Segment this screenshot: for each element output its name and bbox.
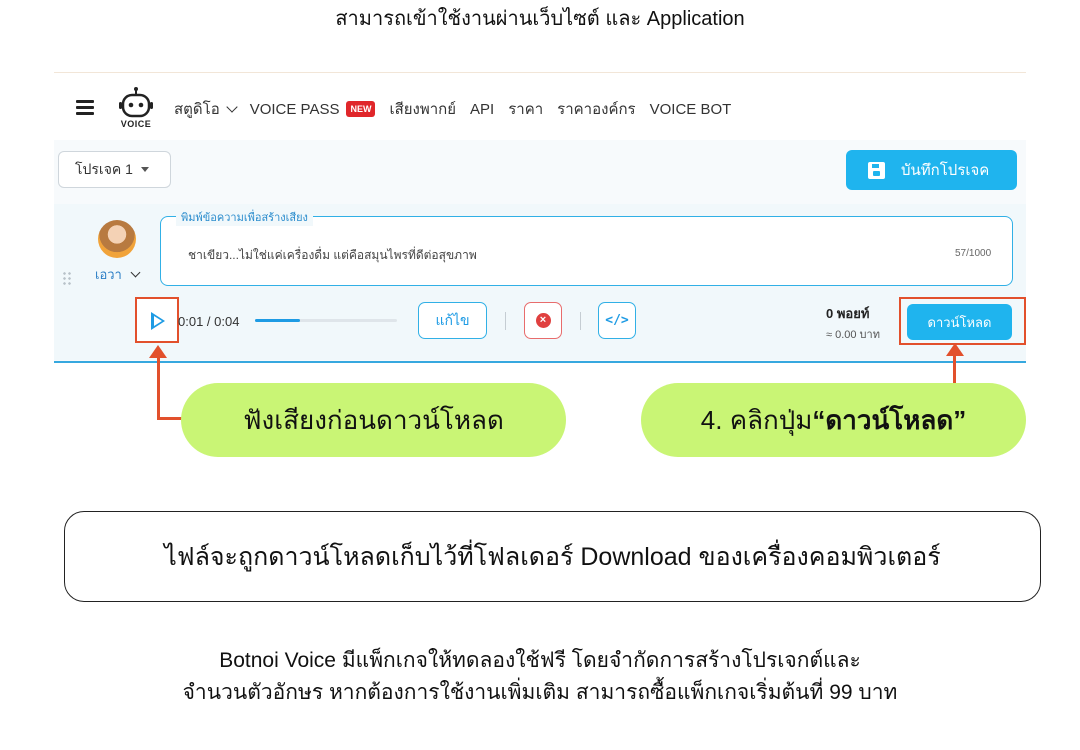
step-callout-bold: “ดาวน์โหลด” [812,404,967,435]
save-project-label: บันทึกโปรเจค [901,162,990,179]
step-callout-prefix: 4. คลิกปุ่ม [700,404,813,435]
block-bottom-border [54,361,1026,363]
nav-item-voice-bot[interactable]: VOICE BOT [650,101,732,118]
nav-item-voiceover[interactable]: เสียงพากย์ [389,97,456,121]
download-note: ไฟล์จะถูกดาวน์โหลดเก็บไว้ที่โฟลเดอร์ Dow… [64,511,1041,602]
save-project-button[interactable]: บันทึกโปรเจค [846,150,1017,190]
playback-time: 0:01 / 0:04 [178,314,240,329]
arrow-line-right [953,354,956,384]
points-value: 0 พอยท์ [826,306,870,321]
toolbar-divider [580,312,581,330]
menu-icon[interactable] [76,100,94,115]
navbar: VOICE สตูดิโอ VOICE PASS NEW เสียงพากย์ … [54,80,1026,136]
app-top-border [54,72,1026,73]
close-circle-icon: × [535,313,551,328]
character-counter: 57/1000 [955,248,992,259]
baht-value: ≈ 0.00 บาท [826,329,880,341]
text-input-legend: พิมพ์ข้อความเพื่อสร้างเสียง [176,208,313,226]
progress-fill [255,319,301,322]
nav-items: สตูดิโอ VOICE PASS NEW เสียงพากย์ API รา… [174,97,745,121]
footer-line-1: Botnoi Voice มีแพ็กเกจให้ทดลองใช้ฟรี โดย… [219,649,861,672]
caret-down-icon [140,167,149,172]
nav-item-api[interactable]: API [470,101,494,118]
nav-voice-pass-label: VOICE PASS [249,100,340,118]
footer-line-2: จำนวนตัวอักษร หากต้องการใช้งานเพิ่มเติม … [182,681,898,704]
arrow-up-icon [946,343,964,356]
toolbar-divider [505,312,506,330]
new-badge: NEW [346,101,376,117]
arrow-up-icon [149,345,167,358]
project-select-value: โปรเจค 1 [75,160,133,177]
project-select[interactable]: โปรเจค 1 [58,151,171,188]
listen-callout: ฟังเสียงก่อนดาวน์โหลด [181,383,566,457]
speaker-avatar[interactable] [98,220,136,258]
download-button[interactable]: ดาวน์โหลด [907,304,1012,340]
floppy-disk-icon [868,161,885,179]
chevron-down-icon [226,101,238,113]
nav-studio-label: สตูดิโอ [174,101,220,118]
delete-button[interactable]: × [524,302,562,339]
voice-logo[interactable]: VOICE [116,86,156,130]
play-icon-inner [153,316,162,326]
nav-item-studio[interactable]: สตูดิโอ [174,97,238,121]
robot-logo-icon [119,87,153,118]
step-callout: 4. คลิกปุ่ม “ดาวน์โหลด” [641,383,1026,457]
drag-handle-icon[interactable] [62,271,72,287]
code-button[interactable]: </> [598,302,636,339]
speaker-select[interactable]: เอวา [95,264,141,285]
text-input-value[interactable]: ชาเขียว...ไม่ใช่แค่เครื่องดื่ม แต่คือสมุ… [188,246,477,265]
speaker-name: เอวา [95,267,122,282]
nav-item-enterprise-price[interactable]: ราคาองค์กร [557,97,635,121]
nav-item-price[interactable]: ราคา [508,97,543,121]
arrow-line-left [157,356,160,420]
top-caption: สามารถเข้าใช้งานผ่านเว็บไซต์ และ Applica… [335,8,745,30]
code-icon: </> [605,313,629,328]
edit-button[interactable]: แก้ไข [418,302,487,339]
logo-text: VOICE [120,119,152,129]
chevron-down-icon [130,267,141,278]
nav-item-voice-pass[interactable]: VOICE PASS NEW [250,101,376,118]
